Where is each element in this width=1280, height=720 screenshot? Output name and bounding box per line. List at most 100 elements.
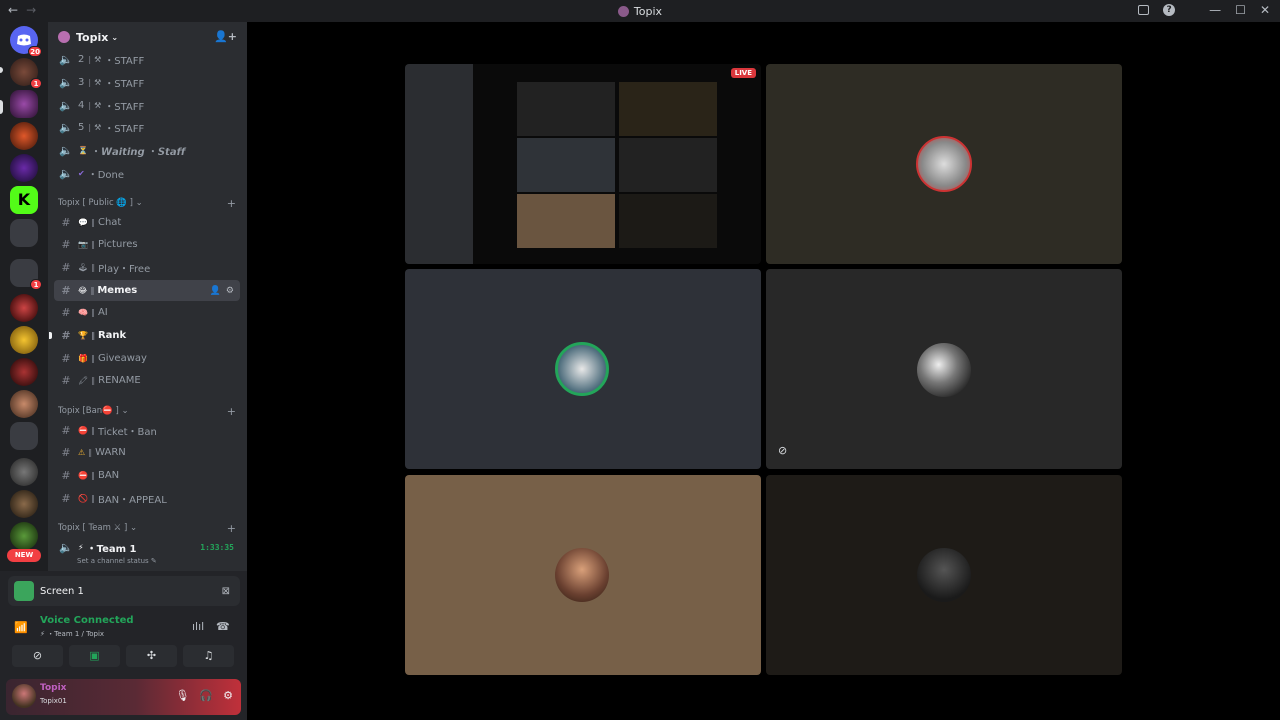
voice-channel-staff-2[interactable]: 🔈 2 | ⚒ ・STAFF [54,49,240,70]
server-icon[interactable] [10,294,38,322]
hammer-pick-icon: ⚒ [94,78,102,87]
voice-channel-path[interactable]: ⚡ ・Team 1 / Topix [40,629,104,639]
channel-number: 4 [78,100,85,111]
participant-tile[interactable] [766,475,1122,675]
minimize-button[interactable]: — [1209,3,1221,17]
server-icon[interactable] [10,422,38,450]
stream-tile[interactable]: LIVE [405,64,761,264]
participant-tile[interactable]: ⊘ [766,269,1122,469]
category-public[interactable]: Topix [ Public 🌐 ] ⌄ + [58,197,240,210]
checkmark-icon: ✔ [78,169,85,178]
screen-share-button[interactable]: ▣ [69,645,120,667]
category-team[interactable]: Topix [ Team ⚔ ] ⌄ + [58,522,240,535]
stream-title: Screen 1 [40,585,84,597]
text-channel-ai[interactable]: # 🧠 ‖ AI [54,302,240,323]
participant-tile[interactable] [405,475,761,675]
camera-icon: 📷 [78,240,88,249]
text-channel-ban[interactable]: # ⛔ ‖ BAN [54,465,240,486]
user-card[interactable]: Topix Topix01 🎙 🎧 ⚙ [6,679,241,715]
set-channel-status[interactable]: Set a channel status ✎ [77,557,157,565]
server-icon[interactable] [10,522,38,550]
add-channel-icon[interactable]: + [227,197,236,210]
maximize-button[interactable]: ☐ [1235,3,1246,17]
speaker-locked-icon: 🔈 [59,167,73,180]
text-channel-rename[interactable]: # 🖍 ‖ RENAME [54,370,240,391]
server-icon[interactable]: K [10,186,38,214]
stream-preview-card[interactable]: Screen 1 ⊠ [8,576,240,606]
text-channel-ticket-ban[interactable]: # ⛔ ‖ Ticket・Ban [54,420,240,441]
server-icon[interactable] [10,90,38,118]
channel-sidebar: Topix ⌄ 👤+ 🔈 2 | ⚒ ・STAFF 🔈 3 | ⚒ ・STAFF… [48,22,247,571]
participant-tile[interactable] [405,269,761,469]
server-icon[interactable] [10,358,38,386]
camera-off-button[interactable]: ⊘ [12,645,63,667]
user-tag: Topix01 [40,697,67,705]
guild-name: Topix [76,30,109,44]
voice-channel-done[interactable]: 🔈 ✔ ・Done [54,163,240,184]
server-icon[interactable] [10,490,38,518]
call-timer: 1:33:35 [200,543,234,552]
soundboard-button[interactable]: ♫ [183,645,234,667]
create-invite-icon[interactable]: 👤 [210,286,221,296]
connection-signal-icon[interactable]: 📶 [14,621,28,634]
server-folder[interactable]: 1 [10,259,42,290]
server-icon[interactable] [10,154,38,182]
headphones-icon[interactable]: 🎧 [199,689,213,702]
close-button[interactable]: ✕ [1260,3,1270,17]
guild-header[interactable]: Topix ⌄ 👤+ [48,22,247,52]
category-ban[interactable]: Topix [Ban⛔ ] ⌄ + [58,405,240,418]
add-channel-icon[interactable]: + [227,522,236,535]
invite-people-icon[interactable]: 👤+ [214,30,237,43]
hammer-pick-icon: ⚒ [94,101,102,110]
voice-channel-team-1[interactable]: 🔈 ⚡ ・Team 1 1:33:35 [54,537,240,558]
channel-label: Memes [97,285,138,296]
text-channel-play-free[interactable]: # 🕹 ‖ Play・Free [54,257,240,278]
voice-channel-staff-5[interactable]: 🔈 5 | ⚒ ・STAFF [54,117,240,138]
inbox-icon[interactable] [1138,5,1150,15]
text-channel-rank[interactable]: # 🏆 ‖ Rank [49,325,240,346]
speaker-locked-icon: 🔈 [59,76,73,89]
channel-label: ・Done [87,170,125,181]
channel-label: Rank [97,330,127,341]
new-servers-pill[interactable]: NEW [7,549,41,562]
video-off-icon: ⊘ [778,444,788,457]
hammer-pick-icon: ⚒ [94,123,102,132]
help-icon[interactable]: ? [1163,4,1176,16]
stream-grid-preview [517,194,615,248]
participant-tile[interactable] [766,64,1122,264]
voice-channel-staff-4[interactable]: 🔈 4 | ⚒ ・STAFF [54,95,240,116]
avatar[interactable] [12,684,36,708]
gear-icon[interactable]: ⚙ [223,689,233,702]
prohibited-icon: 🚫 [78,494,88,503]
text-channel-pictures[interactable]: # 📷 ‖ Pictures [54,234,240,255]
server-folder[interactable] [10,219,38,247]
server-icon[interactable]: 1 [10,58,42,89]
text-channel-giveaway[interactable]: # 🎁 ‖ Giveaway [54,348,240,369]
channel-number: 3 [78,77,85,88]
stop-stream-icon[interactable]: ⊠ [222,586,230,597]
hashtag-icon: # [61,492,71,505]
live-badge: LIVE [730,68,756,78]
channel-label: BAN・APPEAL [97,495,167,506]
voice-channel-waiting[interactable]: 🔈 ⏳ ・𝙒𝙖𝙞𝙩𝙞𝙣𝙜 ・𝙎𝙩𝙖𝙛𝙛 [54,140,240,161]
home-button[interactable]: 20 [10,26,42,57]
avatar [917,548,971,602]
server-icon[interactable] [10,122,38,150]
server-icon[interactable] [10,326,38,354]
text-channel-memes[interactable]: # 😂 ‖ Memes 👤 ⚙ [54,280,240,301]
microphone-icon[interactable]: 🎙 [175,689,189,702]
text-channel-warn[interactable]: # ⚠ ‖ WARN [54,442,240,463]
text-channel-chat[interactable]: # 💬 ‖ Chat [54,212,240,233]
text-channel-ban-appeal[interactable]: # 🚫 ‖ BAN・APPEAL [54,488,240,509]
voice-connected-label[interactable]: Voice Connected [40,615,134,626]
add-channel-icon[interactable]: + [227,405,236,418]
gear-icon[interactable]: ⚙ [226,286,234,296]
noise-suppression-icon[interactable]: ılıl [192,620,204,633]
server-icon[interactable] [10,458,38,486]
channel-label: ・𝙒𝙖𝙞𝙩𝙞𝙣𝙜 ・𝙎𝙩𝙖𝙛𝙛 [90,147,186,158]
voice-channel-staff-3[interactable]: 🔈 3 | ⚒ ・STAFF [54,72,240,93]
activities-button[interactable]: ✣ [126,645,177,667]
server-icon[interactable] [10,390,38,418]
disconnect-icon[interactable]: ☎ [216,620,230,633]
channel-label: ・Team 1 [86,544,137,555]
